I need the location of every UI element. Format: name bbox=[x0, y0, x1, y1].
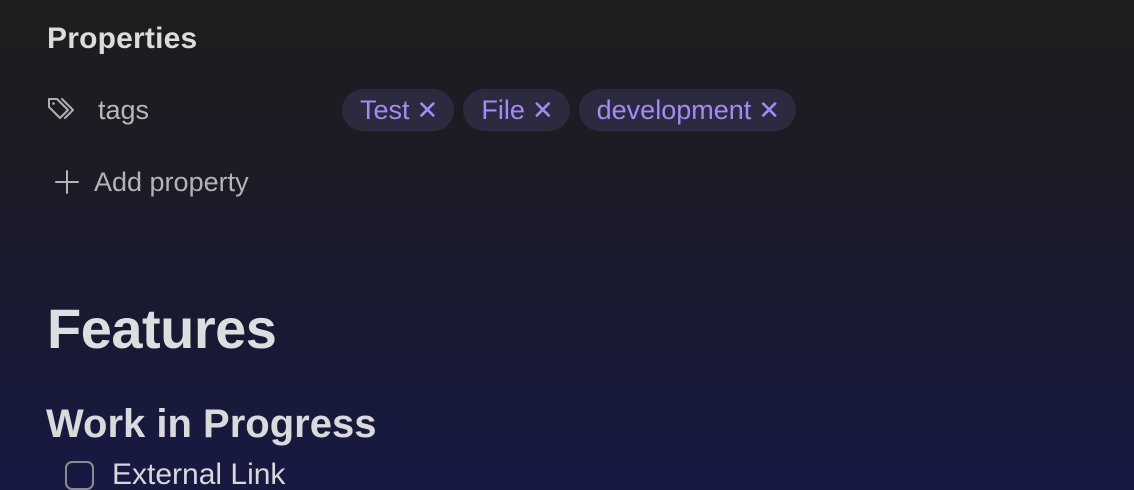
heading-features: Features bbox=[47, 297, 277, 360]
property-row-tags: tags Test ✕ File ✕ development ✕ bbox=[47, 88, 805, 132]
add-property-label: Add property bbox=[94, 166, 249, 197]
task-checkbox[interactable] bbox=[65, 460, 94, 490]
heading-work-in-progress: Work in Progress bbox=[46, 402, 377, 446]
tag-pill-label: development bbox=[596, 94, 752, 125]
task-label: External Link bbox=[112, 458, 286, 490]
tag-pill-label: Test bbox=[360, 94, 410, 125]
properties-heading: Properties bbox=[47, 22, 198, 55]
tag-list: Test ✕ File ✕ development ✕ bbox=[342, 89, 805, 131]
plus-icon bbox=[53, 168, 81, 196]
close-icon[interactable]: ✕ bbox=[532, 97, 554, 123]
property-key-tags[interactable]: tags bbox=[98, 95, 342, 126]
tag-icon bbox=[47, 95, 81, 125]
close-icon[interactable]: ✕ bbox=[417, 97, 439, 123]
close-icon[interactable]: ✕ bbox=[758, 97, 780, 123]
tag-pill[interactable]: Test ✕ bbox=[342, 89, 455, 131]
task-item: External Link bbox=[65, 458, 285, 490]
tag-pill[interactable]: File ✕ bbox=[463, 89, 570, 131]
add-property-button[interactable]: Add property bbox=[53, 160, 249, 204]
tag-pill[interactable]: development ✕ bbox=[578, 89, 797, 131]
tag-pill-label: File bbox=[481, 94, 525, 125]
